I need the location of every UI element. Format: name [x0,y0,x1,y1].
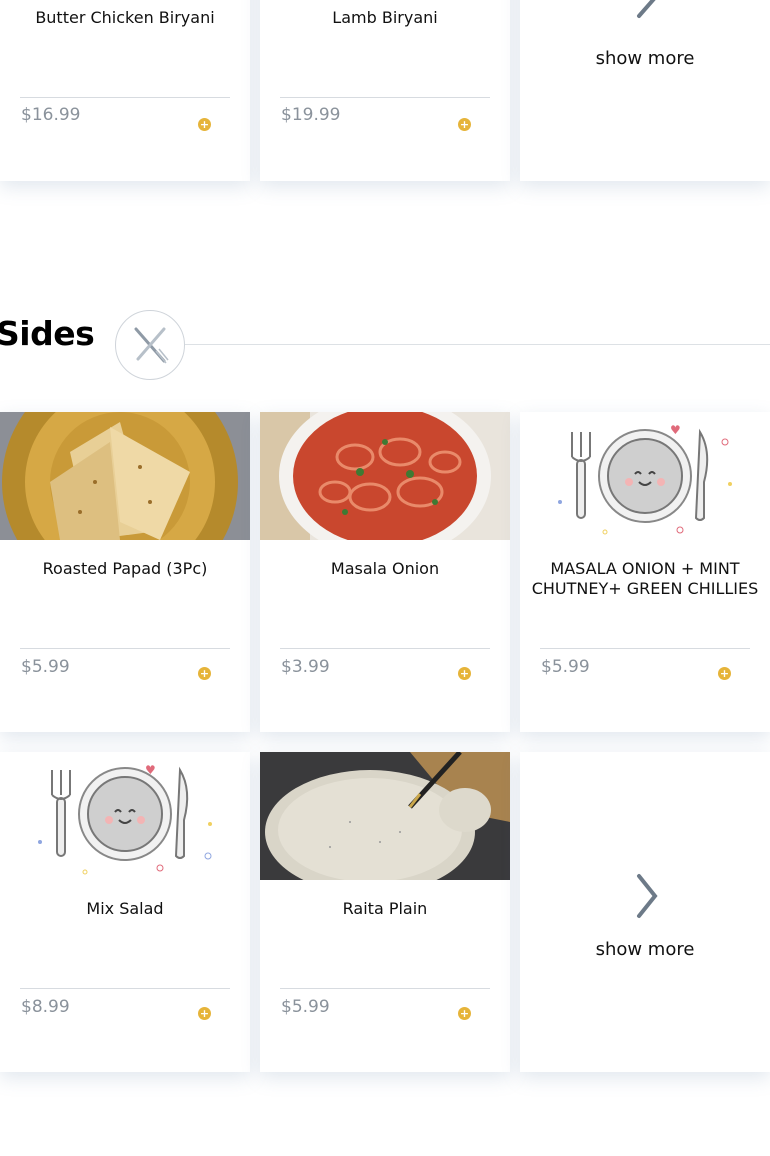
divider [20,648,230,649]
item-price: $3.99 [281,657,330,677]
divider [280,97,490,98]
divider [540,648,750,649]
item-price: $16.99 [21,105,81,125]
section-title: Sides [0,314,95,353]
item-price: $5.99 [541,657,590,677]
chevron-right-icon [520,872,770,924]
divider [20,97,230,98]
svg-text:♥: ♥ [145,763,156,777]
raita-photo [260,752,510,880]
chevron-right-icon [520,0,770,24]
add-to-cart-icon[interactable]: + [198,667,211,680]
menu-card[interactable]: Roasted Papad (3Pc) $5.99 + [0,412,250,732]
add-to-cart-icon[interactable]: + [458,1007,471,1020]
item-price: $5.99 [281,997,330,1017]
add-to-cart-icon[interactable]: + [718,667,731,680]
item-name: Raita Plain [342,899,428,918]
menu-card[interactable]: Butter Chicken Biryani $16.99 + [0,0,250,181]
placeholder-plate-image: ♥ [520,412,770,540]
add-to-cart-icon[interactable]: + [198,118,211,131]
masala-onion-photo [260,412,510,540]
item-name: Butter Chicken Biryani [35,8,215,27]
placeholder-plate-image: ♥ [0,752,250,880]
menu-card[interactable]: Lamb Biryani $19.99 + [260,0,510,181]
item-name: Mix Salad [86,899,164,918]
item-price: $8.99 [21,997,70,1017]
menu-card[interactable]: ♥ MASALA ONION + MINT CHUTNEY+ GREEN CHI… [520,412,770,732]
papad-photo [0,412,250,540]
item-price: $5.99 [21,657,70,677]
item-name: Roasted Papad (3Pc) [42,559,208,578]
menu-card[interactable]: ♥ Mix Salad $8.99 + [0,752,250,1072]
divider [20,988,230,989]
item-name: Masala Onion [330,559,440,578]
menu-card[interactable]: Raita Plain $5.99 + [260,752,510,1072]
menu-card[interactable]: Masala Onion $3.99 + [260,412,510,732]
divider [280,648,490,649]
item-price: $19.99 [281,105,341,125]
add-to-cart-icon[interactable]: + [458,667,471,680]
fork-knife-icon [115,310,185,380]
add-to-cart-icon[interactable]: + [458,118,471,131]
section-divider [185,344,770,345]
show-more-card[interactable]: show more [520,752,770,1072]
svg-text:♥: ♥ [670,423,681,437]
add-to-cart-icon[interactable]: + [198,1007,211,1020]
show-more-label: show more [595,48,695,69]
item-name: Lamb Biryani [332,8,438,27]
item-name: MASALA ONION + MINT CHUTNEY+ GREEN CHILL… [531,559,759,598]
show-more-label: show more [595,939,695,960]
divider [280,988,490,989]
show-more-card[interactable]: show more [520,0,770,181]
